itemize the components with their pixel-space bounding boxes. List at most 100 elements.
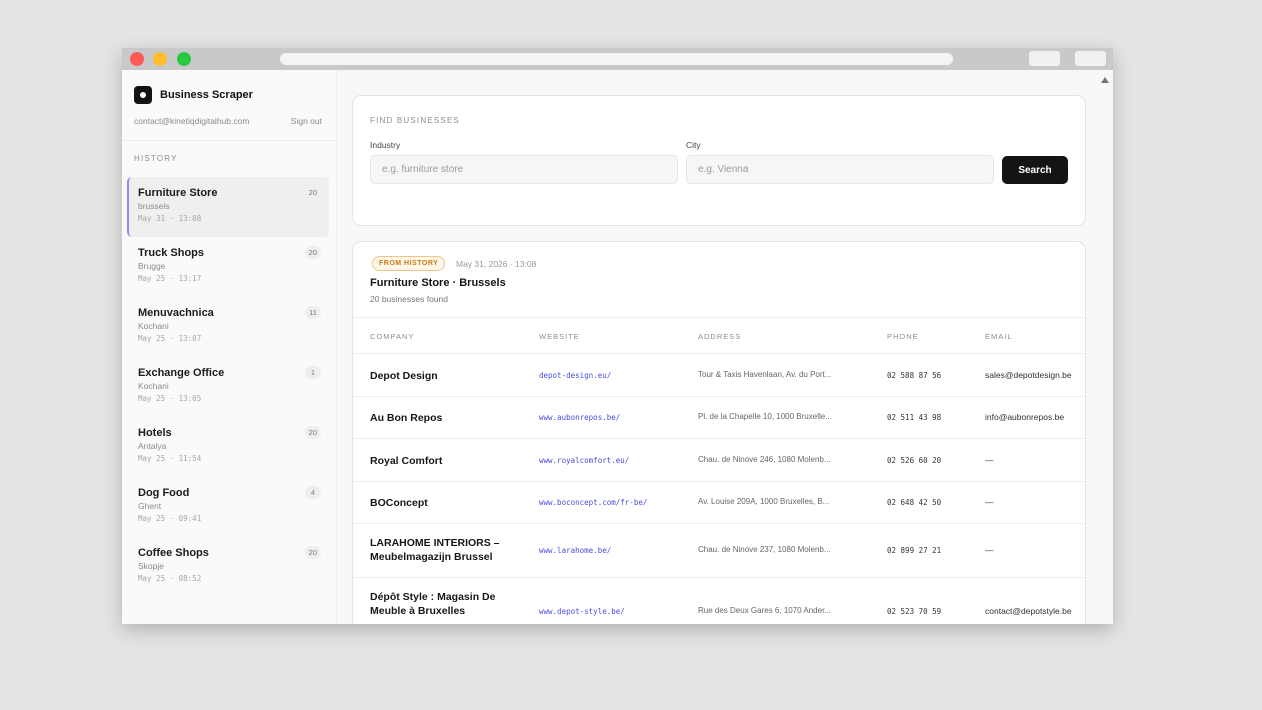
website-link[interactable]: www.larahome.be/ [539,546,611,555]
address-cell: Pl. de la Chapelle 10, 1000 Bruxelle... [698,412,832,421]
history-item-time: May 25 · 13:05 [138,394,202,403]
history-item-count: 20 [308,188,317,197]
phone-cell: 02 648 42 50 [887,498,942,507]
company-name: BOConcept [370,497,428,509]
website-link[interactable]: www.aubonrepos.be/ [539,413,620,422]
history-item-title: Furniture Store [138,187,218,199]
history-item[interactable]: Dog Food Ghent May 25 · 09:41 4 [127,477,329,537]
maximize-window-button[interactable] [177,52,191,66]
scroll-up-arrow-icon[interactable] [1101,77,1109,83]
app-name: Business Scraper [160,89,253,101]
history-item-city: Skopje [138,561,164,571]
history-heading: HISTORY [134,154,178,163]
table-row[interactable]: Dépôt Style : Magasin De Meuble à Bruxel… [353,578,1085,624]
history-item-count: 20 [304,546,321,559]
table-row[interactable]: Royal Comfort www.royalcomfort.eu/ Chau.… [353,439,1085,482]
address-cell: Rue des Deux Gares 6, 1070 Ander... [698,606,831,615]
toolbar-button[interactable] [1029,51,1060,66]
minimize-window-button[interactable] [153,52,167,66]
history-item-title: Coffee Shops [138,547,209,559]
history-item[interactable]: Hotels Antalya May 25 · 11:54 20 [127,417,329,477]
email-cell: — [985,455,994,465]
email-cell: — [985,545,994,555]
history-item[interactable]: Furniture Store brussels May 31 · 13:08 … [127,177,329,237]
history-item-count: 4 [305,486,321,499]
company-name: Depot Design [370,370,438,382]
address-bar[interactable] [280,53,953,65]
email-cell: contact@depotstyle.be [985,606,1072,616]
address-cell: Av. Louise 209A, 1000 Bruxelles, B... [698,497,830,506]
company-name: Royal Comfort [370,455,443,467]
table-row[interactable]: LARAHOME INTERIORS – Meubelmagazijn Brus… [353,524,1085,578]
history-item-time: May 25 · 08:52 [138,574,202,583]
history-item-city: Antalya [138,441,167,451]
website-link[interactable]: www.royalcomfort.eu/ [539,456,629,465]
results-count: 20 businesses found [370,294,448,304]
main-content: FIND BUSINESSES Industry City Search FRO… [337,70,1113,624]
history-item[interactable]: Truck Shops Brugge May 25 · 13:17 20 [127,237,329,297]
close-window-button[interactable] [130,52,144,66]
address-cell: Chau. de Ninove 246, 1080 Molenb... [698,455,831,464]
account-email: contact@kinetiqdigitalhub.com [134,116,250,126]
table-row[interactable]: Depot Design depot-design.eu/ Tour & Tax… [353,354,1085,397]
history-item-title: Exchange Office [138,367,225,379]
table-row[interactable]: Au Bon Repos www.aubonrepos.be/ Pl. de l… [353,397,1085,439]
results-card: FROM HISTORY May 31, 2026 · 13:08 Furnit… [352,241,1086,624]
history-item-city: brussels [138,201,170,211]
history-item[interactable]: Menuvachnica Kochani May 25 · 13:07 11 [127,297,329,357]
city-input[interactable] [686,155,994,184]
company-name: Au Bon Repos [370,412,443,424]
phone-cell: 02 526 60 20 [887,456,942,465]
website-link[interactable]: www.boconcept.com/fr-be/ [539,498,647,507]
title-bar [122,48,1113,70]
history-item-title: Dog Food [138,487,190,499]
logo-icon [134,86,152,104]
results-title: Furniture Store · Brussels [370,277,506,289]
search-section-title: FIND BUSINESSES [370,116,461,125]
company-name: LARAHOME INTERIORS – Meubelmagazijn Brus… [370,537,500,563]
sidebar: Business Scraper contact@kinetiqdigitalh… [122,70,337,624]
table-header: COMPANY WEBSITE ADDRESS PHONE EMAIL [353,318,1085,354]
toolbar-button[interactable] [1075,51,1106,66]
phone-cell: 02 588 87 56 [887,371,942,380]
history-item-city: Kochani [138,321,169,331]
results-table: Depot Design depot-design.eu/ Tour & Tax… [353,354,1085,624]
history-item-count: 11 [305,306,321,319]
search-button[interactable]: Search [1002,156,1068,184]
search-card: FIND BUSINESSES Industry City Search [352,95,1086,226]
sign-out-link[interactable]: Sign out [291,116,322,126]
address-cell: Chau. de Ninove 237, 1080 Molenb... [698,545,831,554]
history-item-time: May 31 · 13:08 [138,214,202,223]
email-cell: info@aubonrepos.be [985,412,1065,422]
column-header-email: EMAIL [985,332,1013,341]
history-list: Furniture Store brussels May 31 · 13:08 … [127,177,329,597]
history-item-count: 1 [305,366,321,379]
browser-window: Business Scraper contact@kinetiqdigitalh… [122,48,1113,624]
website-link[interactable]: www.depot-style.be/ [539,607,625,616]
city-label: City [686,140,701,150]
history-item-time: May 25 · 13:07 [138,334,202,343]
history-item-count: 20 [304,426,321,439]
divider [122,140,336,141]
history-item[interactable]: Exchange Office Kochani May 25 · 13:05 1 [127,357,329,417]
history-item-title: Hotels [138,427,172,439]
website-link[interactable]: depot-design.eu/ [539,371,611,380]
history-item-city: Brugge [138,261,166,271]
column-header-phone: PHONE [887,332,919,341]
table-row[interactable]: BOConcept www.boconcept.com/fr-be/ Av. L… [353,482,1085,524]
history-item-time: May 25 · 13:17 [138,274,202,283]
history-item-title: Truck Shops [138,247,205,259]
email-cell: — [985,497,994,507]
email-cell: sales@depotdesign.be [985,370,1072,380]
history-item-title: Menuvachnica [138,307,214,319]
phone-cell: 02 511 43 98 [887,413,942,422]
phone-cell: 02 523 70 59 [887,607,942,616]
history-item-count: 20 [304,246,321,259]
phone-cell: 02 899 27 21 [887,546,942,555]
results-date: May 31, 2026 · 13:08 [456,259,537,269]
from-history-badge: FROM HISTORY [372,256,446,271]
history-item-city: Ghent [138,501,162,511]
history-item[interactable]: Coffee Shops Skopje May 25 · 08:52 20 [127,537,329,597]
column-header-address: ADDRESS [698,332,742,341]
industry-input[interactable] [370,155,678,184]
